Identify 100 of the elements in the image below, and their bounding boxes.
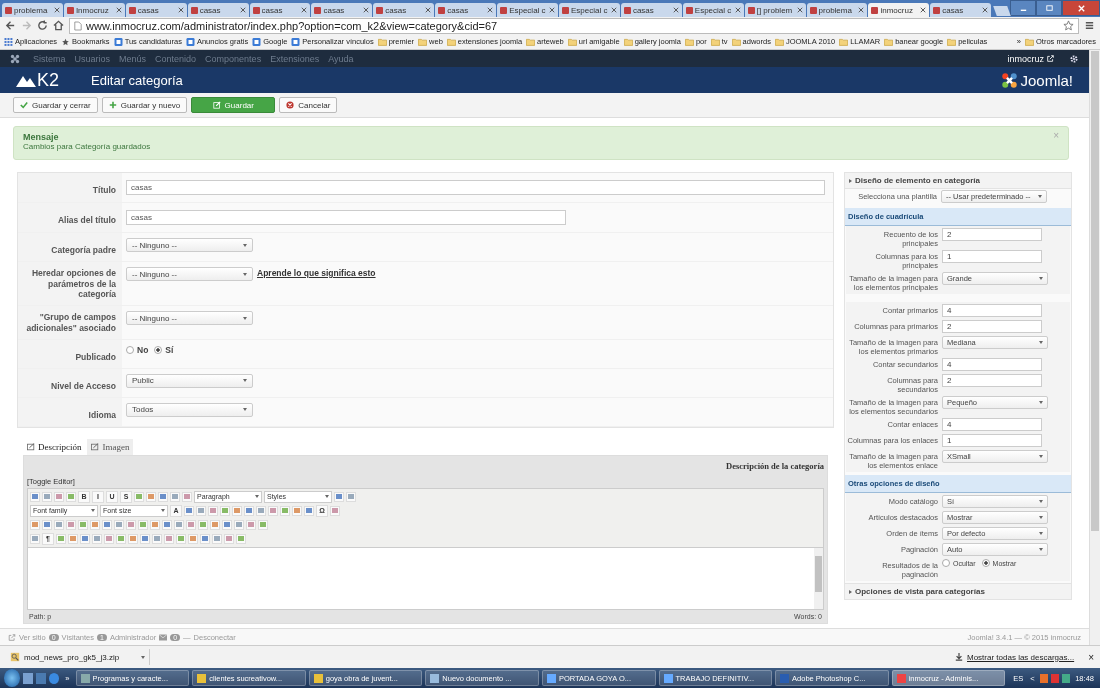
- browser-tab[interactable]: [] problem: [744, 3, 806, 17]
- close-icon[interactable]: [920, 7, 927, 13]
- app-icon[interactable]: [36, 672, 47, 684]
- tool-icon[interactable]: [128, 533, 138, 544]
- text-field[interactable]: casas: [126, 210, 566, 225]
- tool-icon[interactable]: [176, 533, 186, 544]
- close-icon[interactable]: [177, 7, 184, 13]
- text-field[interactable]: 1: [942, 434, 1042, 447]
- tool-icon[interactable]: [304, 505, 314, 516]
- text-field[interactable]: 2: [942, 320, 1042, 333]
- close-icon[interactable]: [672, 7, 679, 13]
- start-button[interactable]: [4, 669, 21, 687]
- tool-icon[interactable]: [42, 519, 52, 530]
- tool-icon[interactable]: [198, 519, 208, 530]
- tool-icon[interactable]: [258, 519, 268, 530]
- tool-icon[interactable]: [208, 505, 218, 516]
- close-button[interactable]: [1062, 0, 1100, 16]
- tool-icon[interactable]: [126, 519, 136, 530]
- settings-icon[interactable]: [1069, 53, 1079, 64]
- tool-icon[interactable]: [162, 519, 172, 530]
- desktop-icon[interactable]: [23, 672, 34, 684]
- tool-icon[interactable]: [188, 533, 198, 544]
- tool-icon[interactable]: [244, 505, 254, 516]
- tool-icon[interactable]: [66, 491, 76, 502]
- select-field[interactable]: -- Ninguno --: [126, 238, 253, 252]
- tool-icon[interactable]: [102, 519, 112, 530]
- close-icon[interactable]: [115, 7, 122, 13]
- browser-tab[interactable]: Especial c: [497, 3, 558, 17]
- tool-icon[interactable]: [184, 505, 194, 516]
- tool-icon[interactable]: [30, 519, 40, 530]
- joomla-icon[interactable]: [10, 53, 20, 64]
- browser-tab[interactable]: casas: [125, 3, 187, 17]
- editor-tab[interactable]: Imagen: [87, 438, 134, 455]
- browser-tab[interactable]: casas: [249, 3, 311, 17]
- tool-icon[interactable]: [146, 491, 156, 502]
- tool-icon[interactable]: [174, 519, 184, 530]
- tool-icon[interactable]: [104, 533, 114, 544]
- radio-option[interactable]: No: [126, 344, 149, 355]
- text-field[interactable]: 2: [942, 228, 1042, 241]
- browser-tab[interactable]: casas: [187, 3, 249, 17]
- toolbar-button[interactable]: Guardar y nuevo: [101, 97, 188, 113]
- close-icon[interactable]: [363, 7, 370, 13]
- close-icon[interactable]: [301, 7, 308, 13]
- home-icon[interactable]: [53, 20, 64, 31]
- tool-icon[interactable]: [78, 519, 88, 530]
- caret-icon[interactable]: [141, 655, 146, 659]
- tool-icon[interactable]: [186, 519, 196, 530]
- star-icon[interactable]: [1063, 20, 1074, 31]
- radio-option[interactable]: Sí: [154, 344, 174, 355]
- text-field[interactable]: 4: [942, 304, 1042, 317]
- select-field[interactable]: Public: [126, 373, 253, 388]
- close-icon[interactable]: [982, 7, 989, 13]
- editor-text-area[interactable]: [27, 547, 824, 610]
- minimize-button[interactable]: [1010, 0, 1036, 16]
- panel-header[interactable]: Diseño de elemento en categoría: [845, 173, 1071, 189]
- show-all-downloads-link[interactable]: Mostrar todas las descargas...: [967, 652, 1075, 662]
- tool-icon[interactable]: [92, 533, 102, 544]
- tool-icon[interactable]: [134, 491, 144, 502]
- tool-icon[interactable]: [30, 491, 40, 502]
- tool-icon[interactable]: [42, 491, 52, 502]
- browser-icon[interactable]: [49, 672, 60, 684]
- tool-icon[interactable]: [212, 533, 222, 544]
- tool-icon[interactable]: [68, 533, 78, 544]
- download-item[interactable]: mod_news_pro_gk5_j3.zip: [6, 649, 151, 665]
- tool-icon[interactable]: [158, 491, 168, 502]
- address-field[interactable]: www.inmocruz.com/administrator/index.php?option=com_k2&view=category&cid=67: [69, 17, 1079, 34]
- tool-icon[interactable]: [114, 519, 124, 530]
- text-field[interactable]: 4: [942, 358, 1042, 371]
- tool-icon[interactable]: [222, 519, 232, 530]
- tool-icon[interactable]: [80, 533, 90, 544]
- tool-icon[interactable]: [66, 519, 76, 530]
- tool-icon[interactable]: [54, 519, 64, 530]
- scrollbar[interactable]: [814, 547, 823, 609]
- tool-icon[interactable]: [140, 533, 150, 544]
- close-icon[interactable]: [425, 7, 432, 13]
- close-icon[interactable]: [796, 7, 803, 13]
- tool-icon[interactable]: [164, 533, 174, 544]
- tool-icon[interactable]: [200, 533, 210, 544]
- tool-icon[interactable]: [30, 533, 40, 544]
- browser-tab[interactable]: casas: [620, 3, 682, 17]
- tool-icon[interactable]: [152, 533, 162, 544]
- browser-tab[interactable]: problema: [806, 3, 868, 17]
- text-field[interactable]: 4: [942, 418, 1042, 431]
- scrollbar[interactable]: [1089, 50, 1100, 645]
- browser-tab[interactable]: inmocruz: [868, 3, 930, 17]
- tool-icon[interactable]: [220, 505, 230, 516]
- close-button[interactable]: ×: [1088, 651, 1094, 663]
- tool-icon[interactable]: [236, 533, 246, 544]
- close-icon[interactable]: [734, 7, 741, 13]
- tool-icon[interactable]: [90, 519, 100, 530]
- back-icon[interactable]: [5, 20, 16, 31]
- tool-icon[interactable]: [182, 491, 192, 502]
- tool-icon[interactable]: [334, 491, 344, 502]
- browser-tab[interactable]: casas: [435, 3, 497, 17]
- browser-tab[interactable]: casas: [311, 3, 373, 17]
- browser-tab[interactable]: casas: [930, 3, 992, 17]
- close-icon[interactable]: [549, 7, 555, 13]
- tool-icon[interactable]: [232, 505, 242, 516]
- tool-icon[interactable]: [330, 505, 340, 516]
- tool-icon[interactable]: [196, 505, 206, 516]
